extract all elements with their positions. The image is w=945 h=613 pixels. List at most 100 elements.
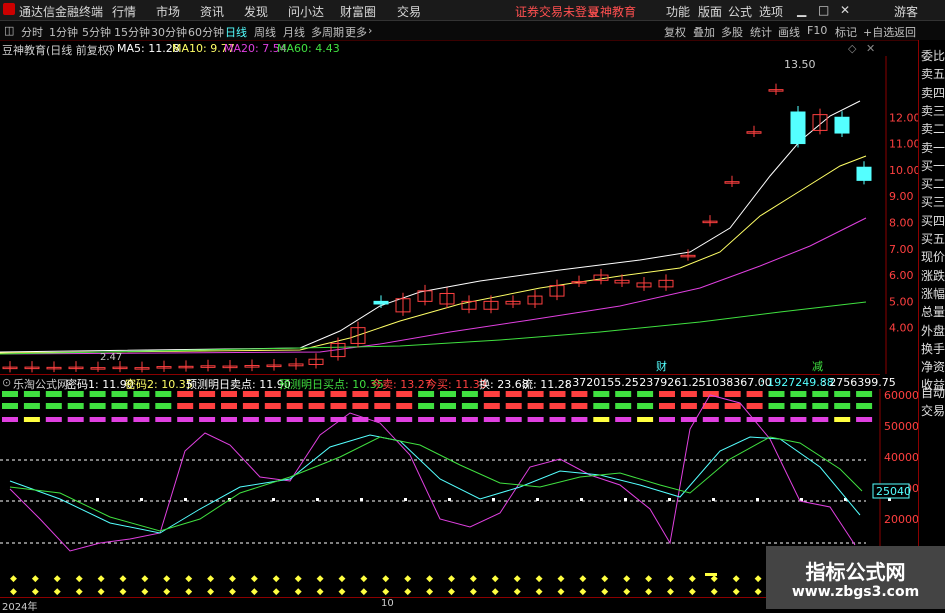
signal-bar <box>527 391 544 397</box>
maximize-icon[interactable]: □ <box>818 3 829 17</box>
close-icon[interactable]: ✕ <box>840 3 850 17</box>
menu-formula[interactable]: 公式 <box>728 3 752 20</box>
signal-diamond: ◆ <box>382 587 389 597</box>
period-tab-timeshare[interactable]: 分时 <box>21 24 43 40</box>
tool-restore-right[interactable]: 复权 <box>664 24 686 40</box>
order-book-label[interactable]: 交易 <box>921 402 945 419</box>
tool-draw[interactable]: 画线 <box>778 24 800 40</box>
close-panel-icon[interactable]: ✕ <box>866 42 875 55</box>
dot-marker <box>492 498 495 501</box>
login-notice[interactable]: 证券交易未登录 <box>515 3 599 20</box>
signal-bar <box>177 403 194 409</box>
signal-diamond: ◆ <box>251 574 258 584</box>
indicator-settings-icon[interactable]: ⊙ <box>2 376 11 389</box>
signal-diamond: ◆ <box>273 587 280 597</box>
order-book-label: 买三 <box>921 195 945 210</box>
signal-bar <box>505 403 522 409</box>
menu-options[interactable]: 选项 <box>759 3 783 20</box>
order-book-label: 换手 <box>921 341 945 356</box>
signal-diamond: ◆ <box>54 587 61 597</box>
period-tab-more[interactable]: 更多 <box>345 24 367 40</box>
signal-bar <box>790 417 807 422</box>
signal-bar <box>549 403 566 409</box>
period-tab-weekly[interactable]: 周线 <box>254 24 276 40</box>
signal-bar <box>45 403 62 409</box>
period-tab-60min[interactable]: 60分钟 <box>188 24 224 40</box>
candle-body <box>790 111 806 145</box>
period-tab-5min[interactable]: 5分钟 <box>82 24 111 40</box>
signal-bar <box>812 391 829 397</box>
signal-diamond: ◆ <box>579 574 586 584</box>
signal-bar <box>396 417 413 422</box>
candlestick-chart[interactable]: 12.0011.0010.009.008.007.006.005.004.00 … <box>0 56 918 374</box>
sidebar-toggle-icon[interactable]: ◫ <box>4 24 14 37</box>
tool-add-watchlist[interactable]: +自选 <box>863 24 894 40</box>
order-book-label: 总量 <box>921 305 945 320</box>
ma60-value: MA60: 4.43 <box>277 42 340 55</box>
dot-marker <box>668 498 671 501</box>
signal-bar <box>199 403 216 409</box>
menu-item-market[interactable]: 市场 <box>156 3 180 20</box>
menu-function[interactable]: 功能 <box>666 3 690 20</box>
signal-bar <box>286 403 303 409</box>
menu-item-discover[interactable]: 发现 <box>244 3 268 20</box>
signal-bar <box>242 391 259 397</box>
tool-overlay[interactable]: 叠加 <box>693 24 715 40</box>
date-axis: 2024年 10 <box>0 597 766 613</box>
tool-f10[interactable]: F10 <box>807 24 827 37</box>
signal-bar <box>221 403 237 409</box>
dot-marker <box>96 498 99 501</box>
menu-item-trade[interactable]: 交易 <box>397 3 421 20</box>
finance-marker[interactable]: 财 <box>656 359 667 373</box>
signal-bar <box>45 391 62 397</box>
dot-marker <box>316 498 319 501</box>
candle-body <box>856 166 872 181</box>
indicator-axis-label: 40000 <box>884 451 918 464</box>
tool-statistics[interactable]: 统计 <box>750 24 772 40</box>
signal-diamond: ◆ <box>733 574 740 584</box>
diamond-icon[interactable]: ◇ <box>848 42 856 55</box>
signal-diamond: ◆ <box>76 587 83 597</box>
signal-diamond: ◆ <box>514 574 521 584</box>
candle-body <box>834 116 850 134</box>
app-title: 通达信金融终端 <box>19 5 104 19</box>
signal-diamond: ◆ <box>163 587 170 597</box>
order-book-label: 卖四 <box>921 85 945 100</box>
period-tab-monthly[interactable]: 月线 <box>283 24 305 40</box>
period-tab-15min[interactable]: 15分钟 <box>114 24 150 40</box>
tool-back[interactable]: 返回 <box>894 24 916 40</box>
period-tab-30min[interactable]: 30分钟 <box>151 24 187 40</box>
settings-icon[interactable]: ⊙ <box>106 42 115 55</box>
signal-diamond: ◆ <box>185 587 192 597</box>
order-book-label[interactable]: 自动 <box>921 384 945 401</box>
menu-layout[interactable]: 版面 <box>698 3 722 20</box>
chevron-right-icon[interactable]: › <box>368 24 372 37</box>
period-tab-multi[interactable]: 多周期 <box>311 24 344 40</box>
guest-label[interactable]: 游客 <box>894 3 918 20</box>
signal-diamond: ◆ <box>492 587 499 597</box>
period-tab-1min[interactable]: 1分钟 <box>49 24 78 40</box>
signal-bar <box>155 417 172 422</box>
period-tab-daily[interactable]: 日线 <box>225 24 247 40</box>
signal-bar <box>571 403 588 409</box>
signal-bar <box>505 391 522 397</box>
menu-item-quotes[interactable]: 行情 <box>112 3 136 20</box>
menu-item-ask[interactable]: 问小达 <box>288 3 324 20</box>
signal-bar <box>615 417 632 422</box>
signal-bar <box>286 391 303 397</box>
minimize-icon[interactable]: ▁ <box>797 3 806 17</box>
signal-bar <box>23 403 40 409</box>
tool-mark[interactable]: 标记 <box>835 24 857 40</box>
signal-bar <box>483 391 500 397</box>
ma-info-bar: 豆神教育(日线 前复权) ⊙ MA5: 11.28 MA10: 9.77 MA2… <box>0 40 875 57</box>
signal-bar <box>724 391 741 397</box>
signal-bar <box>702 417 719 422</box>
order-book-label: 买四 <box>921 213 945 228</box>
menu-item-news[interactable]: 资讯 <box>200 3 224 20</box>
tool-multi-stock[interactable]: 多股 <box>721 24 743 40</box>
price-tick-label: 4.00 <box>889 322 914 335</box>
menu-item-wealth[interactable]: 财富圈 <box>340 3 376 20</box>
signal-bar <box>221 417 237 422</box>
reduce-marker[interactable]: 减 <box>812 360 823 373</box>
signal-bar <box>834 403 851 409</box>
